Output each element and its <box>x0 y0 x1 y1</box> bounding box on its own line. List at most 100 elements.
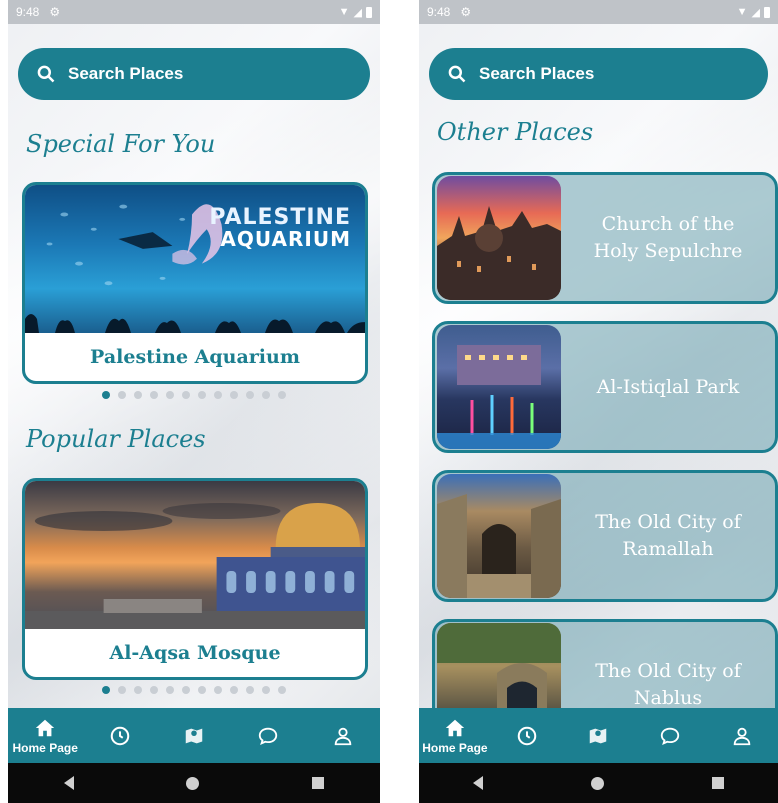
system-navigation <box>419 763 778 803</box>
home-circle-icon[interactable] <box>186 776 200 790</box>
recents-icon[interactable] <box>311 777 324 789</box>
place-name-line-1: Church of the <box>601 213 735 236</box>
carousel-dot[interactable] <box>198 391 206 399</box>
carousel-dot[interactable] <box>118 686 126 694</box>
mosque-illustration <box>25 503 365 629</box>
nav-home[interactable]: Home Page <box>8 717 82 755</box>
signal-icon: ◢ <box>353 6 362 19</box>
place-name: The Old City of Ramallah <box>561 509 775 562</box>
carousel-dot[interactable] <box>150 686 158 694</box>
place-name: Church of the Holy Sepulchre <box>561 211 775 264</box>
aquarium-image: PALESTINE AQUARIUM <box>25 185 365 333</box>
carousel-dot[interactable] <box>150 391 158 399</box>
status-indicators: ▼ ◢ <box>339 6 372 19</box>
status-bar: 9:48 ⚙ ▼ ◢ <box>419 0 778 24</box>
carousel-dot[interactable] <box>182 686 190 694</box>
carousel-dot[interactable] <box>182 391 190 399</box>
nav-map[interactable] <box>157 725 231 747</box>
ramallah-illustration <box>437 494 561 598</box>
place-name: Al-Istiqlal Park <box>561 374 775 401</box>
featured-card-aqsa[interactable]: Al-Aqsa Mosque <box>22 478 368 680</box>
carousel-dot[interactable] <box>102 686 110 694</box>
place-name-line-1: The Old City of <box>595 511 741 534</box>
carousel-dot[interactable] <box>102 391 110 399</box>
home-circle-icon[interactable] <box>591 776 604 790</box>
carousel-dot[interactable] <box>134 391 142 399</box>
carousel-dot[interactable] <box>262 391 270 399</box>
park-illustration <box>437 345 561 449</box>
system-navigation <box>8 763 380 803</box>
back-icon[interactable] <box>473 776 483 790</box>
carousel-dot[interactable] <box>278 391 286 399</box>
nav-history[interactable] <box>82 725 156 747</box>
nav-home[interactable]: Home Page <box>419 717 491 755</box>
ramallah-thumbnail <box>437 474 561 598</box>
settings-gear-icon: ⚙ <box>49 5 61 19</box>
clock-icon <box>110 726 129 745</box>
logo-line-2: AQUARIUM <box>220 227 351 251</box>
section-title-popular: Popular Places <box>26 425 206 453</box>
status-time: 9:48 <box>16 5 40 19</box>
search-placeholder: Search Places <box>68 64 184 83</box>
bottom-navigation: Home Page <box>419 708 778 763</box>
other-places-screen: 9:48 ⚙ ▼ ◢ Search Places Other Places Ch… <box>419 0 778 803</box>
logo-line-1: PALESTINE <box>209 205 351 230</box>
carousel-dot[interactable] <box>230 686 238 694</box>
place-name-line-1: Al-Istiqlal Park <box>596 375 740 398</box>
clock-icon <box>517 726 536 745</box>
user-icon <box>733 727 751 745</box>
wifi-icon: ▼ <box>338 6 350 18</box>
carousel-dot[interactable] <box>246 686 254 694</box>
carousel-dot[interactable] <box>214 391 222 399</box>
settings-gear-icon: ⚙ <box>460 5 472 19</box>
home-screen-left: 9:48 ⚙ ▼ ◢ Search Places Special For You <box>8 0 380 803</box>
church-illustration <box>437 206 561 300</box>
home-icon <box>445 719 465 736</box>
map-icon <box>590 728 607 743</box>
home-icon <box>36 719 55 736</box>
aquarium-logo: PALESTINE AQUARIUM <box>209 205 351 251</box>
place-name-line-2: Nablus <box>633 687 703 709</box>
carousel-dot[interactable] <box>278 686 286 694</box>
search-icon <box>448 65 466 83</box>
nav-map[interactable] <box>563 725 635 747</box>
visitor-silhouettes <box>25 314 365 333</box>
bottom-navigation: Home Page <box>8 708 380 763</box>
search-input[interactable]: Search Places <box>18 48 370 100</box>
carousel-dot[interactable] <box>230 391 238 399</box>
battery-icon <box>764 6 770 18</box>
carousel-indicator-special <box>8 391 380 399</box>
nav-chat[interactable] <box>634 725 706 747</box>
map-icon <box>185 728 203 743</box>
nav-chat[interactable] <box>231 725 305 747</box>
church-thumbnail <box>437 176 561 300</box>
recents-icon[interactable] <box>712 777 724 789</box>
carousel-dot[interactable] <box>246 391 254 399</box>
search-input[interactable]: Search Places <box>429 48 768 100</box>
carousel-dot[interactable] <box>166 391 174 399</box>
section-title-other: Other Places <box>437 118 594 146</box>
card-title: Palestine Aquarium <box>90 346 300 368</box>
nav-profile[interactable] <box>306 725 380 747</box>
place-name: The Old City of Nablus <box>561 658 775 711</box>
place-card-church[interactable]: Church of the Holy Sepulchre <box>432 172 778 304</box>
nav-profile[interactable] <box>706 725 778 747</box>
section-title-special: Special For You <box>26 130 216 158</box>
place-card-park[interactable]: Al-Istiqlal Park <box>432 321 778 453</box>
chat-icon <box>259 727 278 745</box>
carousel-dot[interactable] <box>214 686 222 694</box>
carousel-dot[interactable] <box>134 686 142 694</box>
search-icon <box>37 65 55 83</box>
carousel-dot[interactable] <box>198 686 206 694</box>
carousel-dot[interactable] <box>166 686 174 694</box>
carousel-dot[interactable] <box>262 686 270 694</box>
back-icon[interactable] <box>64 776 75 790</box>
place-name-line-2: Holy Sepulchre <box>593 240 743 262</box>
status-indicators: ▼ ◢ <box>737 6 770 19</box>
featured-card-aquarium[interactable]: PALESTINE AQUARIUM Palestine Aquarium <box>22 182 368 384</box>
status-time: 9:48 <box>427 5 451 19</box>
search-placeholder: Search Places <box>479 64 595 83</box>
place-card-ramallah[interactable]: The Old City of Ramallah <box>432 470 778 602</box>
carousel-dot[interactable] <box>118 391 126 399</box>
nav-history[interactable] <box>491 725 563 747</box>
